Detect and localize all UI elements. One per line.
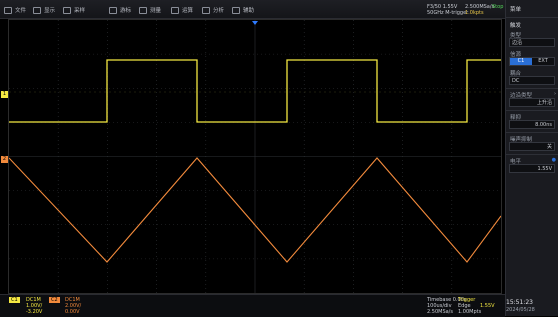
- menu-cursor[interactable]: 游标: [109, 5, 131, 15]
- knob-icon: ●: [551, 157, 556, 163]
- trigger-source-toggle[interactable]: C1 EXT: [509, 57, 555, 66]
- cursor-icon: [109, 6, 117, 14]
- waveform-canvas: [9, 20, 501, 293]
- menu-measure[interactable]: 测量: [139, 5, 161, 15]
- sidebar-divider: [506, 110, 558, 111]
- menu-cursor-label: 游标: [120, 8, 132, 14]
- sidebar-divider: [506, 132, 558, 133]
- header-run-state[interactable]: Stop: [492, 4, 503, 10]
- measure-icon: [139, 6, 147, 14]
- trigger-level-readout: 1.55V: [480, 303, 495, 309]
- math-icon: [171, 6, 179, 14]
- ch2-offset: 0.00V: [65, 309, 80, 315]
- top-menu-bar: 文件 显示 采样 游标 测量 运算 分析 辅助 F3/50 1.55V 50GH…: [0, 0, 558, 19]
- menu-measure-label: 测量: [150, 8, 162, 14]
- sidebar-divider: [506, 88, 558, 89]
- ch2-badge[interactable]: C2: [49, 297, 60, 303]
- date: 2024/05/28: [506, 307, 535, 313]
- ch1-badge[interactable]: C1: [9, 297, 20, 303]
- sidebar-divider: [506, 154, 558, 155]
- menu-math-label: 运算: [182, 8, 194, 14]
- utility-icon: [232, 6, 240, 14]
- trigger-sidebar: 菜单 触发 类型 边沿 信源 C1 EXT 耦合 DC 边沿类型 › 上升沿 释…: [505, 0, 558, 316]
- chevron-right-icon: ›: [554, 91, 556, 97]
- header-memory-depth: 1.0kpts: [465, 10, 484, 16]
- header-bandwidth-info: 50GHz M-trigger: [427, 10, 469, 16]
- menu-file[interactable]: 文件: [4, 5, 26, 15]
- file-icon: [4, 6, 12, 14]
- menu-utility[interactable]: 辅助: [232, 5, 254, 15]
- menu-math[interactable]: 运算: [171, 5, 193, 15]
- menu-analysis-label: 分析: [213, 8, 225, 14]
- acquire-icon: [63, 6, 71, 14]
- menu-file-label: 文件: [15, 8, 27, 14]
- trigger-holdoff-value[interactable]: 8.00ns: [509, 120, 555, 129]
- waveform-display[interactable]: [8, 19, 502, 294]
- ch1-offset-marker[interactable]: 1: [1, 91, 8, 98]
- source-option-c1[interactable]: C1: [510, 58, 532, 65]
- source-option-ext[interactable]: EXT: [532, 58, 554, 65]
- trigger-coupling-select[interactable]: DC: [509, 76, 555, 85]
- menu-acquire-label: 采样: [74, 8, 86, 14]
- menu-acquire[interactable]: 采样: [63, 5, 85, 15]
- ch1-offset: -3.20V: [26, 309, 43, 315]
- trigger-slope-select[interactable]: 上升沿: [509, 98, 555, 107]
- sidebar-divider: [506, 17, 558, 18]
- sample-rate: 2.50MSa/s: [427, 309, 453, 315]
- analysis-icon: [202, 6, 210, 14]
- trigger-position-marker: [252, 21, 258, 25]
- clock: 15:51:23: [506, 299, 533, 306]
- menu-utility-label: 辅助: [243, 8, 255, 14]
- sidebar-menu-label: 菜单: [510, 7, 522, 13]
- display-icon: [33, 6, 41, 14]
- menu-display-label: 显示: [44, 8, 56, 14]
- menu-display[interactable]: 显示: [33, 5, 55, 15]
- menu-analysis[interactable]: 分析: [202, 5, 224, 15]
- sidebar-title: 触发: [510, 23, 522, 29]
- trigger-level-value[interactable]: 1.55V: [509, 164, 555, 173]
- memory-depth: 1.00Mpts: [458, 309, 482, 315]
- status-bar: C1 DC1M 1.00V/ -3.20V C2 DC1M 2.00V/ 0.0…: [0, 294, 535, 317]
- noise-reject-value[interactable]: 关: [509, 142, 555, 151]
- trigger-mode: Edge: [458, 303, 471, 309]
- ch2-offset-marker[interactable]: 2: [1, 156, 8, 163]
- trigger-type-select[interactable]: 边沿: [509, 38, 555, 47]
